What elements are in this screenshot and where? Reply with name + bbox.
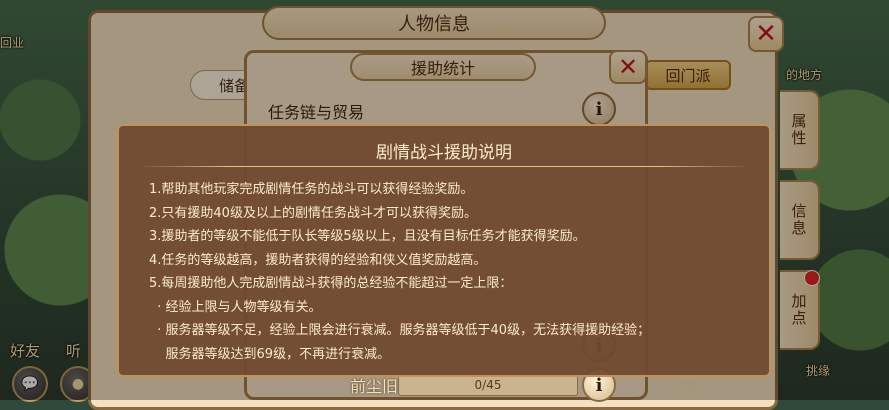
progress-text: 0/45	[474, 378, 502, 392]
tooltip-line: 2.只有援助40级及以上的剧情任务战斗才可以获得奖励。	[149, 205, 477, 221]
tooltip-title: 剧情战斗援助说明	[376, 143, 512, 163]
tooltip-line: 服务器等级达到69级，不再进行衰减。	[149, 346, 391, 362]
tooltip-divider	[139, 166, 749, 167]
tooltip-body: 1.帮助其他玩家完成剧情任务的战斗可以获得经验奖励。 2.只有援助40级及以上的…	[149, 178, 753, 366]
tooltip-line: 1.帮助其他玩家完成剧情任务的战斗可以获得经验奖励。	[149, 182, 474, 197]
info-icon: i	[595, 374, 603, 396]
tooltip-line: 3.援助者的等级不能低于队长等级5级以上，且没有目标任务才能获得奖励。	[149, 229, 586, 244]
tooltip-line: · 经验上限与人物等级有关。	[149, 299, 322, 315]
tooltip-line: 5.每周援助他人完成剧情战斗获得的总经验不能超过一定上限：	[149, 276, 513, 291]
aid-row-progress-bar: 0/45	[398, 374, 578, 396]
tooltip-line: · 服务器等级不足，经验上限会进行衰减。服务器等级低于40级，无法获得援助经验；	[149, 323, 651, 338]
tooltip-line: 4.任务的等级越高，援助者获得的经验和侠义值奖励越高。	[149, 252, 487, 268]
story-battle-aid-tooltip: 剧情战斗援助说明 1.帮助其他玩家完成剧情任务的战斗可以获得经验奖励。 2.只有…	[117, 124, 771, 377]
